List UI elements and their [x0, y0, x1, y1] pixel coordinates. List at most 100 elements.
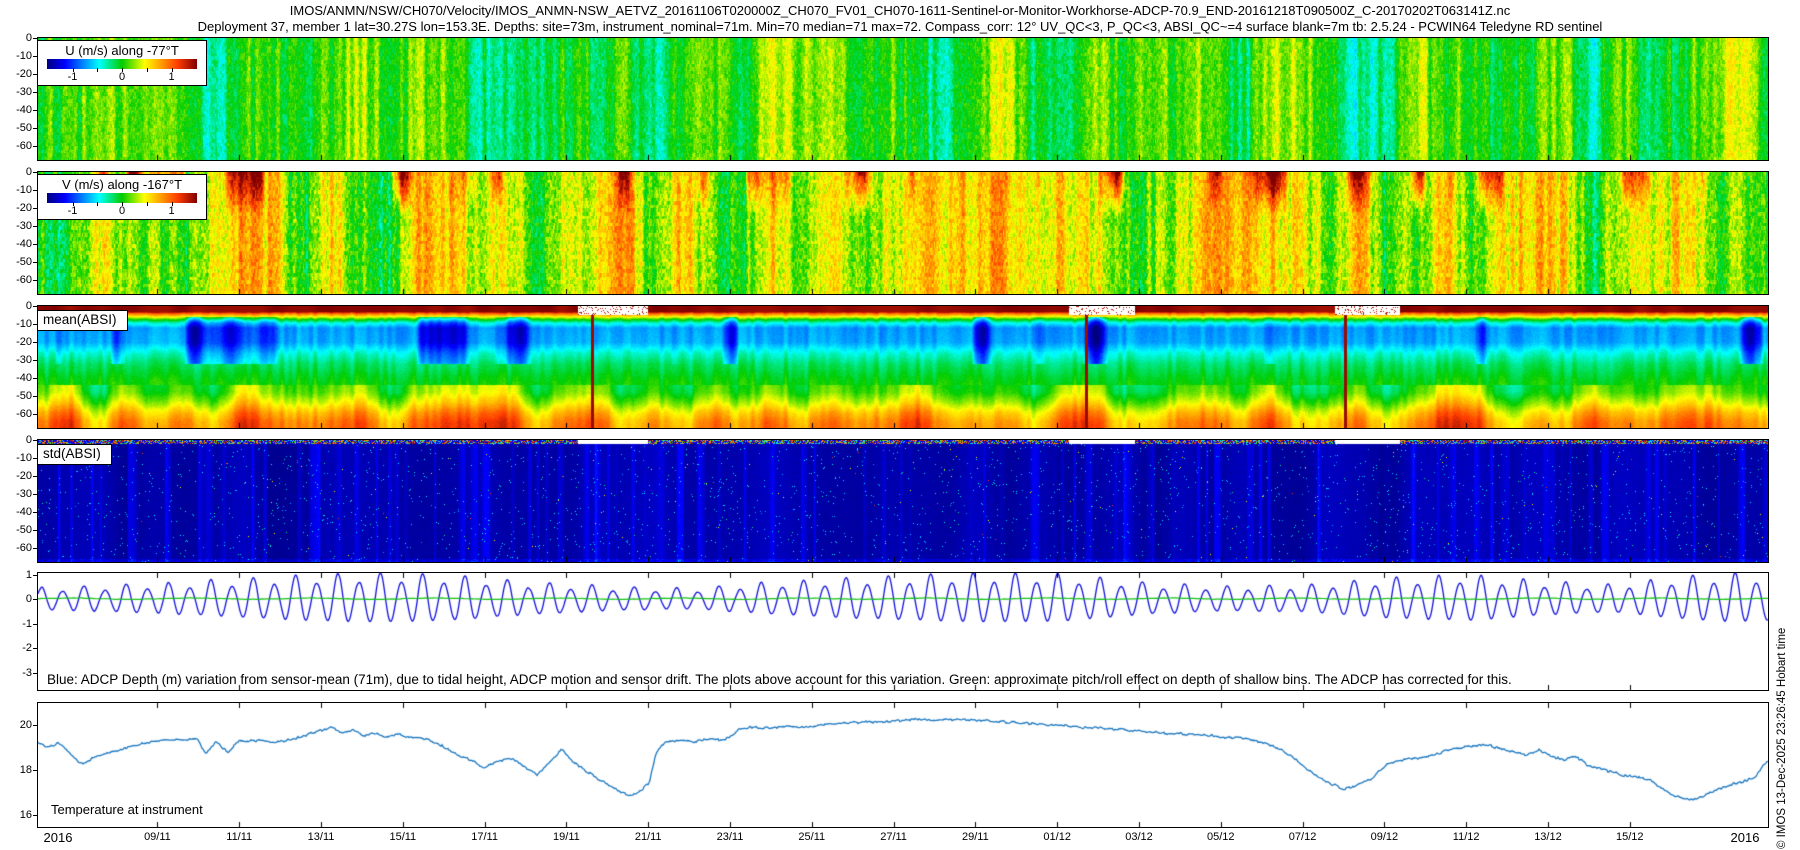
x-tick-label: 09/11	[144, 831, 171, 843]
y-tick-mark	[33, 280, 38, 281]
y-tick-mark	[33, 396, 38, 397]
title-line-2: Deployment 37, member 1 lat=30.27S lon=1…	[0, 19, 1800, 34]
y-tick-label: 0	[4, 166, 32, 178]
y-tick-label: 18	[4, 764, 32, 776]
temperature-label: Temperature at instrument	[51, 802, 203, 817]
y-tick-label: -30	[4, 354, 32, 366]
x-tick-label: 11/12	[1453, 831, 1480, 843]
y-tick-label: -10	[4, 184, 32, 196]
colorbar-tick-label: -1	[68, 205, 78, 217]
y-tick-mark	[33, 360, 38, 361]
y-tick-label: 16	[4, 809, 32, 821]
y-tick-label: -60	[4, 274, 32, 286]
y-tick-label: -10	[4, 318, 32, 330]
x-tick-label: 03/12	[1125, 831, 1153, 843]
std-absi-label-box: std(ABSI)	[37, 444, 112, 465]
y-tick-label: -40	[4, 372, 32, 384]
y-tick-label: -2	[4, 642, 32, 654]
x-tick-label: 27/11	[880, 831, 907, 843]
y-tick-label: -50	[4, 524, 32, 536]
y-tick-label: -10	[4, 50, 32, 62]
figure-root: IMOS/ANMN/NSW/CH070/Velocity/IMOS_ANMN-N…	[0, 0, 1800, 850]
y-tick-mark	[33, 494, 38, 495]
y-tick-label: -20	[4, 68, 32, 80]
colorbar-tick-label: 1	[168, 71, 174, 83]
v-colorbar-ticks: -1 0 1	[47, 205, 197, 218]
y-tick-mark	[33, 92, 38, 93]
y-tick-label: -50	[4, 122, 32, 134]
x-tick-label: 05/12	[1207, 831, 1235, 843]
x-tick-label: 19/11	[553, 831, 580, 843]
panel-std-absi: std(ABSI)	[37, 439, 1769, 563]
y-tick-mark	[33, 378, 38, 379]
u-colorbar-label: U (m/s) along -77°T	[38, 43, 206, 58]
x-tick-label: 15/11	[389, 831, 416, 843]
y-tick-mark	[33, 414, 38, 415]
y-tick-label: -60	[4, 140, 32, 152]
y-tick-mark	[33, 440, 38, 441]
y-tick-label: 20	[4, 719, 32, 731]
y-tick-label: -30	[4, 488, 32, 500]
u-velocity-heatmap	[38, 38, 1768, 160]
mean-absi-label-box: mean(ABSI)	[37, 310, 128, 331]
y-tick-mark	[33, 110, 38, 111]
y-tick-label: 1	[4, 569, 32, 581]
y-tick-label: -40	[4, 506, 32, 518]
y-tick-mark	[33, 673, 38, 674]
x-tick-label: 15/12	[1616, 831, 1644, 843]
y-tick-label: -1	[4, 618, 32, 630]
y-tick-mark	[33, 244, 38, 245]
y-tick-mark	[33, 599, 38, 600]
copyright-vertical-text: © IMOS 13-Dec-2025 23:26:45 Hobart time	[1776, 429, 1793, 849]
panel-u-velocity: U (m/s) along -77°T -1 0 1	[37, 37, 1769, 161]
u-colorbar-legend: U (m/s) along -77°T -1 0 1	[37, 40, 207, 86]
y-tick-mark	[33, 306, 38, 307]
x-axis-year-label: 2016	[1731, 830, 1760, 845]
y-tick-mark	[33, 262, 38, 263]
x-axis-year-label: 2016	[44, 830, 73, 845]
y-tick-mark	[33, 38, 38, 39]
panel-mean-absi: mean(ABSI)	[37, 305, 1769, 429]
x-tick-label: 09/12	[1371, 831, 1399, 843]
colorbar-tick-label: -1	[68, 71, 78, 83]
y-tick-label: -30	[4, 86, 32, 98]
y-tick-mark	[33, 172, 38, 173]
y-tick-label: -20	[4, 470, 32, 482]
panel-temperature: Temperature at instrument	[37, 702, 1769, 828]
std-absi-heatmap	[38, 440, 1768, 562]
panel-depth-variation: Blue: ADCP Depth (m) variation from sens…	[37, 572, 1769, 691]
y-tick-mark	[33, 725, 38, 726]
y-tick-label: -3	[4, 667, 32, 679]
title-line-1: IMOS/ANMN/NSW/CH070/Velocity/IMOS_ANMN-N…	[0, 3, 1800, 18]
y-tick-label: -50	[4, 256, 32, 268]
y-tick-label: -50	[4, 390, 32, 402]
y-tick-mark	[33, 648, 38, 649]
x-tick-label: 01/12	[1043, 831, 1071, 843]
y-tick-label: -40	[4, 104, 32, 116]
jet-colorbar-gradient	[47, 193, 197, 203]
y-tick-label: 0	[4, 32, 32, 44]
y-tick-label: -20	[4, 336, 32, 348]
y-tick-label: 0	[4, 300, 32, 312]
y-tick-mark	[33, 476, 38, 477]
y-tick-label: -60	[4, 408, 32, 420]
y-tick-mark	[33, 512, 38, 513]
x-tick-label: 07/12	[1289, 831, 1317, 843]
y-tick-label: 0	[4, 593, 32, 605]
y-tick-mark	[33, 146, 38, 147]
y-tick-mark	[33, 342, 38, 343]
y-tick-label: -30	[4, 220, 32, 232]
colorbar-tick-label: 0	[119, 71, 125, 83]
mean-absi-heatmap	[38, 306, 1768, 428]
v-colorbar-label: V (m/s) along -167°T	[38, 177, 206, 192]
depth-variation-annotation: Blue: ADCP Depth (m) variation from sens…	[47, 672, 1512, 687]
jet-colorbar-gradient	[47, 59, 197, 69]
y-tick-label: -10	[4, 452, 32, 464]
x-tick-label: 25/11	[798, 831, 825, 843]
x-tick-label: 23/11	[717, 831, 744, 843]
u-colorbar-ticks: -1 0 1	[47, 71, 197, 84]
temperature-plot	[38, 703, 1768, 827]
colorbar-tick-label: 0	[119, 205, 125, 217]
y-tick-mark	[33, 226, 38, 227]
panel-v-velocity: V (m/s) along -167°T -1 0 1	[37, 171, 1769, 295]
